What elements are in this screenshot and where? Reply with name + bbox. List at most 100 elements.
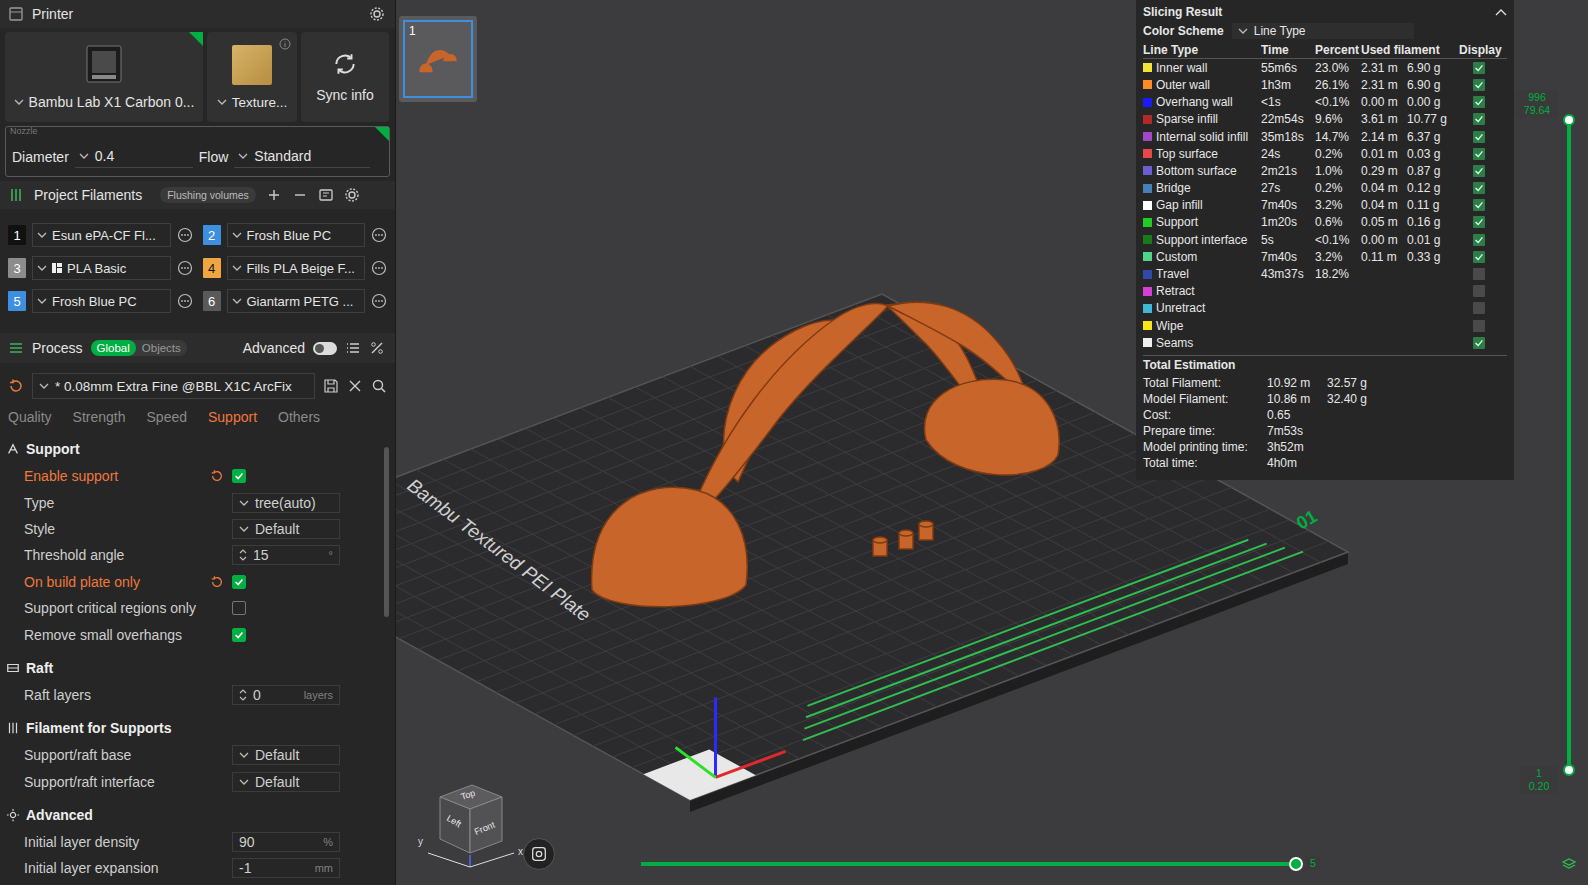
close-icon[interactable] <box>347 378 363 394</box>
scope-option[interactable]: Global <box>91 340 136 356</box>
sync-button[interactable]: Sync info <box>301 32 389 122</box>
more-options-icon[interactable] <box>177 293 193 309</box>
display-checkbox[interactable] <box>1473 251 1485 263</box>
filament-select[interactable]: Giantarm PETG ... <box>227 289 366 313</box>
setting-checkbox[interactable] <box>232 575 246 589</box>
spin-arrows-icon[interactable] <box>239 548 247 562</box>
move-slider[interactable] <box>641 859 1296 869</box>
display-checkbox[interactable] <box>1473 182 1485 194</box>
display-checkbox[interactable] <box>1473 113 1485 125</box>
reset-icon[interactable] <box>210 469 224 483</box>
display-checkbox[interactable] <box>1473 199 1485 211</box>
plate-card[interactable]: Texture... <box>207 32 297 122</box>
display-checkbox[interactable] <box>1473 337 1485 349</box>
more-options-icon[interactable] <box>371 227 387 243</box>
display-checkbox[interactable] <box>1473 216 1485 228</box>
camera-button[interactable] <box>523 838 555 870</box>
filament-select[interactable]: Esun ePA-CF Fl... <box>32 223 171 247</box>
filament-select[interactable]: Frosh Blue PC <box>32 289 171 313</box>
more-options-icon[interactable] <box>371 260 387 276</box>
filament-item[interactable]: 1Esun ePA-CF Fl... <box>8 223 193 247</box>
minus-icon[interactable] <box>292 187 308 203</box>
display-checkbox[interactable] <box>1473 96 1485 108</box>
setting-input[interactable]: 15° <box>232 545 340 565</box>
settings-tab[interactable]: Strength <box>73 409 126 425</box>
scope-option[interactable]: Objects <box>136 340 187 356</box>
save-icon[interactable] <box>323 378 339 394</box>
3d-viewport[interactable]: Bambu Textured PEI Plate011Slicing Resul… <box>396 0 1588 885</box>
reset-icon[interactable] <box>8 378 24 394</box>
chevron-down-icon <box>239 779 249 785</box>
preset-select[interactable]: * 0.08mm Extra Fine @BBL X1C ArcFix <box>32 373 315 399</box>
color-scheme-select[interactable]: Line Type <box>1232 23 1414 39</box>
display-checkbox[interactable] <box>1473 165 1485 177</box>
filament-item[interactable]: 2Frosh Blue PC <box>203 223 388 247</box>
plate-select[interactable]: Texture... <box>217 95 288 110</box>
filament-item[interactable]: 6Giantarm PETG ... <box>203 289 388 313</box>
display-checkbox[interactable] <box>1473 131 1485 143</box>
layers-icon[interactable] <box>1561 856 1577 872</box>
list-icon[interactable] <box>345 340 361 356</box>
setting-checkbox[interactable] <box>232 628 246 642</box>
display-checkbox[interactable] <box>1473 268 1485 280</box>
printer-select[interactable]: Bambu Lab X1 Carbon 0... <box>14 94 195 110</box>
search-icon[interactable] <box>371 378 387 394</box>
filament-sync-icon[interactable] <box>318 187 334 203</box>
more-options-icon[interactable] <box>371 293 387 309</box>
filament-item[interactable]: 4Fills PLA Beige F... <box>203 256 388 280</box>
layer-slider-upper-knob[interactable] <box>1563 114 1575 126</box>
gear-icon[interactable] <box>344 187 360 203</box>
scrollbar[interactable] <box>384 435 389 885</box>
filament-select[interactable]: PLA Basic <box>32 256 171 280</box>
filament-item[interactable]: 3PLA Basic <box>8 256 193 280</box>
reset-icon[interactable] <box>210 575 224 589</box>
display-checkbox[interactable] <box>1473 62 1485 74</box>
layer-slider-lower-knob[interactable] <box>1563 764 1575 776</box>
setting-input[interactable]: 0layers <box>232 685 340 705</box>
settings-tab[interactable]: Support <box>208 409 257 425</box>
settings-tab[interactable]: Speed <box>147 409 187 425</box>
spin-arrows-icon[interactable] <box>239 688 247 702</box>
setting-checkbox[interactable] <box>232 601 246 615</box>
filament-select[interactable]: Frosh Blue PC <box>227 223 366 247</box>
filament-item[interactable]: 5Frosh Blue PC <box>8 289 193 313</box>
advanced-toggle[interactable] <box>313 342 337 355</box>
plus-icon[interactable] <box>266 187 282 203</box>
flushing-volumes-button[interactable]: Flushing volumes <box>160 187 256 203</box>
more-options-icon[interactable] <box>177 260 193 276</box>
settings-tab[interactable]: Others <box>278 409 320 425</box>
flow-select[interactable]: Standard <box>234 145 370 168</box>
scrollbar-thumb[interactable] <box>384 447 389 617</box>
display-checkbox[interactable] <box>1473 320 1485 332</box>
printer-card[interactable]: Bambu Lab X1 Carbon 0... <box>5 32 203 122</box>
layer-slider[interactable] <box>1563 120 1575 770</box>
filament-select[interactable]: Fills PLA Beige F... <box>227 256 366 280</box>
setting-select[interactable]: Default <box>232 745 340 765</box>
setting-select[interactable]: Default <box>232 772 340 792</box>
plate-thumbnail[interactable]: 1 <box>399 16 477 102</box>
info-icon[interactable] <box>279 38 291 50</box>
model[interactable] <box>592 302 1060 607</box>
gear-icon[interactable] <box>369 6 385 22</box>
collapse-icon[interactable] <box>1495 8 1507 16</box>
setting-input[interactable]: 90% <box>232 832 340 852</box>
more-options-icon[interactable] <box>177 227 193 243</box>
move-slider-knob[interactable] <box>1289 857 1303 871</box>
cube-left[interactable] <box>440 797 470 853</box>
cube-front[interactable] <box>470 797 502 853</box>
diameter-select[interactable]: 0.4 <box>75 145 193 168</box>
settings-tab[interactable]: Quality <box>8 409 52 425</box>
display-checkbox[interactable] <box>1473 148 1485 160</box>
setting-select[interactable]: tree(auto) <box>232 493 340 513</box>
scope-toggle[interactable]: GlobalObjects <box>91 340 187 356</box>
display-checkbox[interactable] <box>1473 234 1485 246</box>
setting-input[interactable]: -1mm <box>232 858 340 878</box>
display-checkbox[interactable] <box>1473 285 1485 297</box>
setting-value: Default <box>255 521 299 537</box>
view-cube[interactable]: TopLeftFrontxy <box>410 775 530 875</box>
setting-checkbox[interactable] <box>232 469 246 483</box>
compare-icon[interactable] <box>369 340 385 356</box>
setting-select[interactable]: Default <box>232 519 340 539</box>
display-checkbox[interactable] <box>1473 79 1485 91</box>
display-checkbox[interactable] <box>1473 302 1485 314</box>
